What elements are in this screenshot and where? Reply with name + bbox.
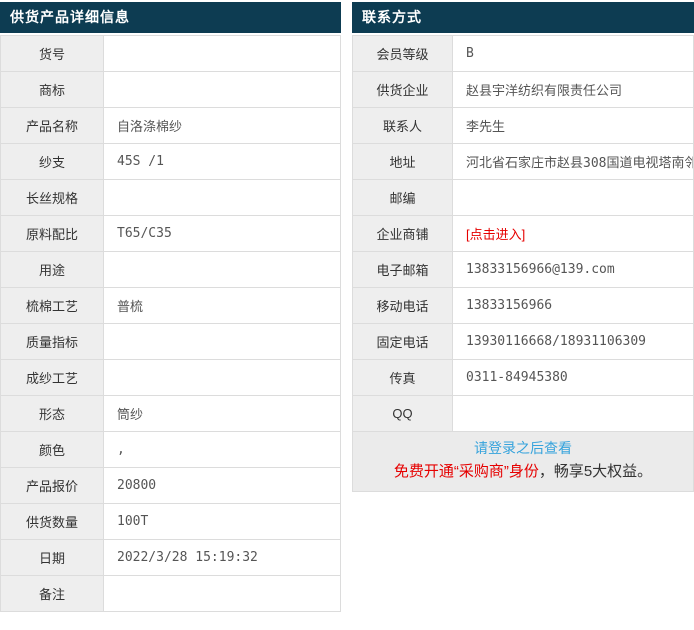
table-row: 长丝规格 xyxy=(1,180,341,216)
table-row: QQ xyxy=(353,396,694,432)
table-row: 成纱工艺 xyxy=(1,360,341,396)
field-label: 商标 xyxy=(1,72,104,108)
promo-rest-text: ，畅享5大权益。 xyxy=(539,463,652,480)
table-row: 电子邮箱 13833156966@139.com xyxy=(353,252,694,288)
table-row: 联系人 李先生 xyxy=(353,108,694,144)
field-label: 供货企业 xyxy=(353,72,453,108)
table-row: 供货数量 100T xyxy=(1,504,341,540)
field-label: 颜色 xyxy=(1,432,104,468)
field-value: 13833156966@139.com xyxy=(453,252,694,288)
login-notice: 请登录之后查看 免费开通“采购商”身份，畅享5大权益。 xyxy=(352,432,694,492)
field-label: 纱支 xyxy=(1,144,104,180)
table-row: 传真 0311-84945380 xyxy=(353,360,694,396)
field-value: 13930116668/18931106309 xyxy=(453,324,694,360)
table-row: 质量指标 xyxy=(1,324,341,360)
field-value: 0311-84945380 xyxy=(453,360,694,396)
field-value: 2022/3/28 15:19:32 xyxy=(104,540,341,576)
field-label: 长丝规格 xyxy=(1,180,104,216)
field-label: 固定电话 xyxy=(353,324,453,360)
field-label: 移动电话 xyxy=(353,288,453,324)
field-label: 地址 xyxy=(353,144,453,180)
field-label: 产品报价 xyxy=(1,468,104,504)
field-label: 传真 xyxy=(353,360,453,396)
field-label: 产品名称 xyxy=(1,108,104,144)
field-value: 普梳 xyxy=(104,288,341,324)
field-label: 形态 xyxy=(1,396,104,432)
table-row: 货号 xyxy=(1,36,341,72)
field-label: QQ xyxy=(353,396,453,432)
field-label: 联系人 xyxy=(353,108,453,144)
table-row: 邮编 xyxy=(353,180,694,216)
field-label: 会员等级 xyxy=(353,36,453,72)
table-row: 形态 筒纱 xyxy=(1,396,341,432)
field-value xyxy=(453,180,694,216)
field-value xyxy=(104,576,341,612)
table-row: 商标 xyxy=(1,72,341,108)
table-row: 原料配比 T65/C35 xyxy=(1,216,341,252)
field-value: 自洛涤棉纱 xyxy=(104,108,341,144)
field-label: 货号 xyxy=(1,36,104,72)
field-value xyxy=(104,36,341,72)
field-label: 原料配比 xyxy=(1,216,104,252)
table-row: 用途 xyxy=(1,252,341,288)
field-label: 质量指标 xyxy=(1,324,104,360)
product-details-panel: 供货产品详细信息 货号 商标 产品名称 自洛涤棉纱 纱支 45S /1 xyxy=(0,2,341,612)
field-value: T65/C35 xyxy=(104,216,341,252)
field-value: B xyxy=(453,36,694,72)
promo-buyer-link[interactable]: 免费开通“采购商”身份 xyxy=(394,463,539,480)
field-value: 筒纱 xyxy=(104,396,341,432)
table-row: 颜色 , xyxy=(1,432,341,468)
field-value: 赵县宇洋纺织有限责任公司 xyxy=(453,72,694,108)
field-label: 梳棉工艺 xyxy=(1,288,104,324)
product-details-title: 供货产品详细信息 xyxy=(0,2,341,33)
field-value: , xyxy=(104,432,341,468)
login-link[interactable]: 请登录之后查看 xyxy=(474,440,572,456)
page-content: 供货产品详细信息 货号 商标 产品名称 自洛涤棉纱 纱支 45S /1 xyxy=(0,0,694,612)
promo-line: 免费开通“采购商”身份，畅享5大权益。 xyxy=(353,460,693,484)
table-row: 纱支 45S /1 xyxy=(1,144,341,180)
table-row: 地址 河北省石家庄市赵县308国道电视塔南邻 xyxy=(353,144,694,180)
table-row: 备注 xyxy=(1,576,341,612)
field-label: 企业商铺 xyxy=(353,216,453,252)
login-prompt-line: 请登录之后查看 xyxy=(353,437,693,460)
table-row: 产品报价 20800 xyxy=(1,468,341,504)
field-value xyxy=(104,72,341,108)
field-label: 成纱工艺 xyxy=(1,360,104,396)
field-value: [点击进入] xyxy=(453,216,694,252)
product-details-table: 货号 商标 产品名称 自洛涤棉纱 纱支 45S /1 长丝规格 xyxy=(0,35,341,612)
table-row: 企业商铺 [点击进入] xyxy=(353,216,694,252)
field-value: 13833156966 xyxy=(453,288,694,324)
contact-info-panel: 联系方式 会员等级 B 供货企业 赵县宇洋纺织有限责任公司 联系人 李先生 地址 xyxy=(352,2,694,612)
field-label: 用途 xyxy=(1,252,104,288)
field-label: 邮编 xyxy=(353,180,453,216)
field-value: 100T xyxy=(104,504,341,540)
shop-enter-link[interactable]: [点击进入] xyxy=(466,227,525,242)
field-label: 备注 xyxy=(1,576,104,612)
contact-info-title: 联系方式 xyxy=(352,2,694,33)
field-value: 河北省石家庄市赵县308国道电视塔南邻 xyxy=(453,144,694,180)
field-value: 李先生 xyxy=(453,108,694,144)
contact-info-table: 会员等级 B 供货企业 赵县宇洋纺织有限责任公司 联系人 李先生 地址 河北省石… xyxy=(352,35,694,432)
table-row: 会员等级 B xyxy=(353,36,694,72)
field-label: 日期 xyxy=(1,540,104,576)
field-value xyxy=(104,324,341,360)
field-value xyxy=(104,360,341,396)
field-label: 电子邮箱 xyxy=(353,252,453,288)
table-row: 产品名称 自洛涤棉纱 xyxy=(1,108,341,144)
table-row: 移动电话 13833156966 xyxy=(353,288,694,324)
field-value xyxy=(104,180,341,216)
table-row: 日期 2022/3/28 15:19:32 xyxy=(1,540,341,576)
field-value: 45S /1 xyxy=(104,144,341,180)
field-value xyxy=(104,252,341,288)
field-label: 供货数量 xyxy=(1,504,104,540)
table-row: 供货企业 赵县宇洋纺织有限责任公司 xyxy=(353,72,694,108)
table-row: 固定电话 13930116668/18931106309 xyxy=(353,324,694,360)
field-value: 20800 xyxy=(104,468,341,504)
field-value xyxy=(453,396,694,432)
table-row: 梳棉工艺 普梳 xyxy=(1,288,341,324)
